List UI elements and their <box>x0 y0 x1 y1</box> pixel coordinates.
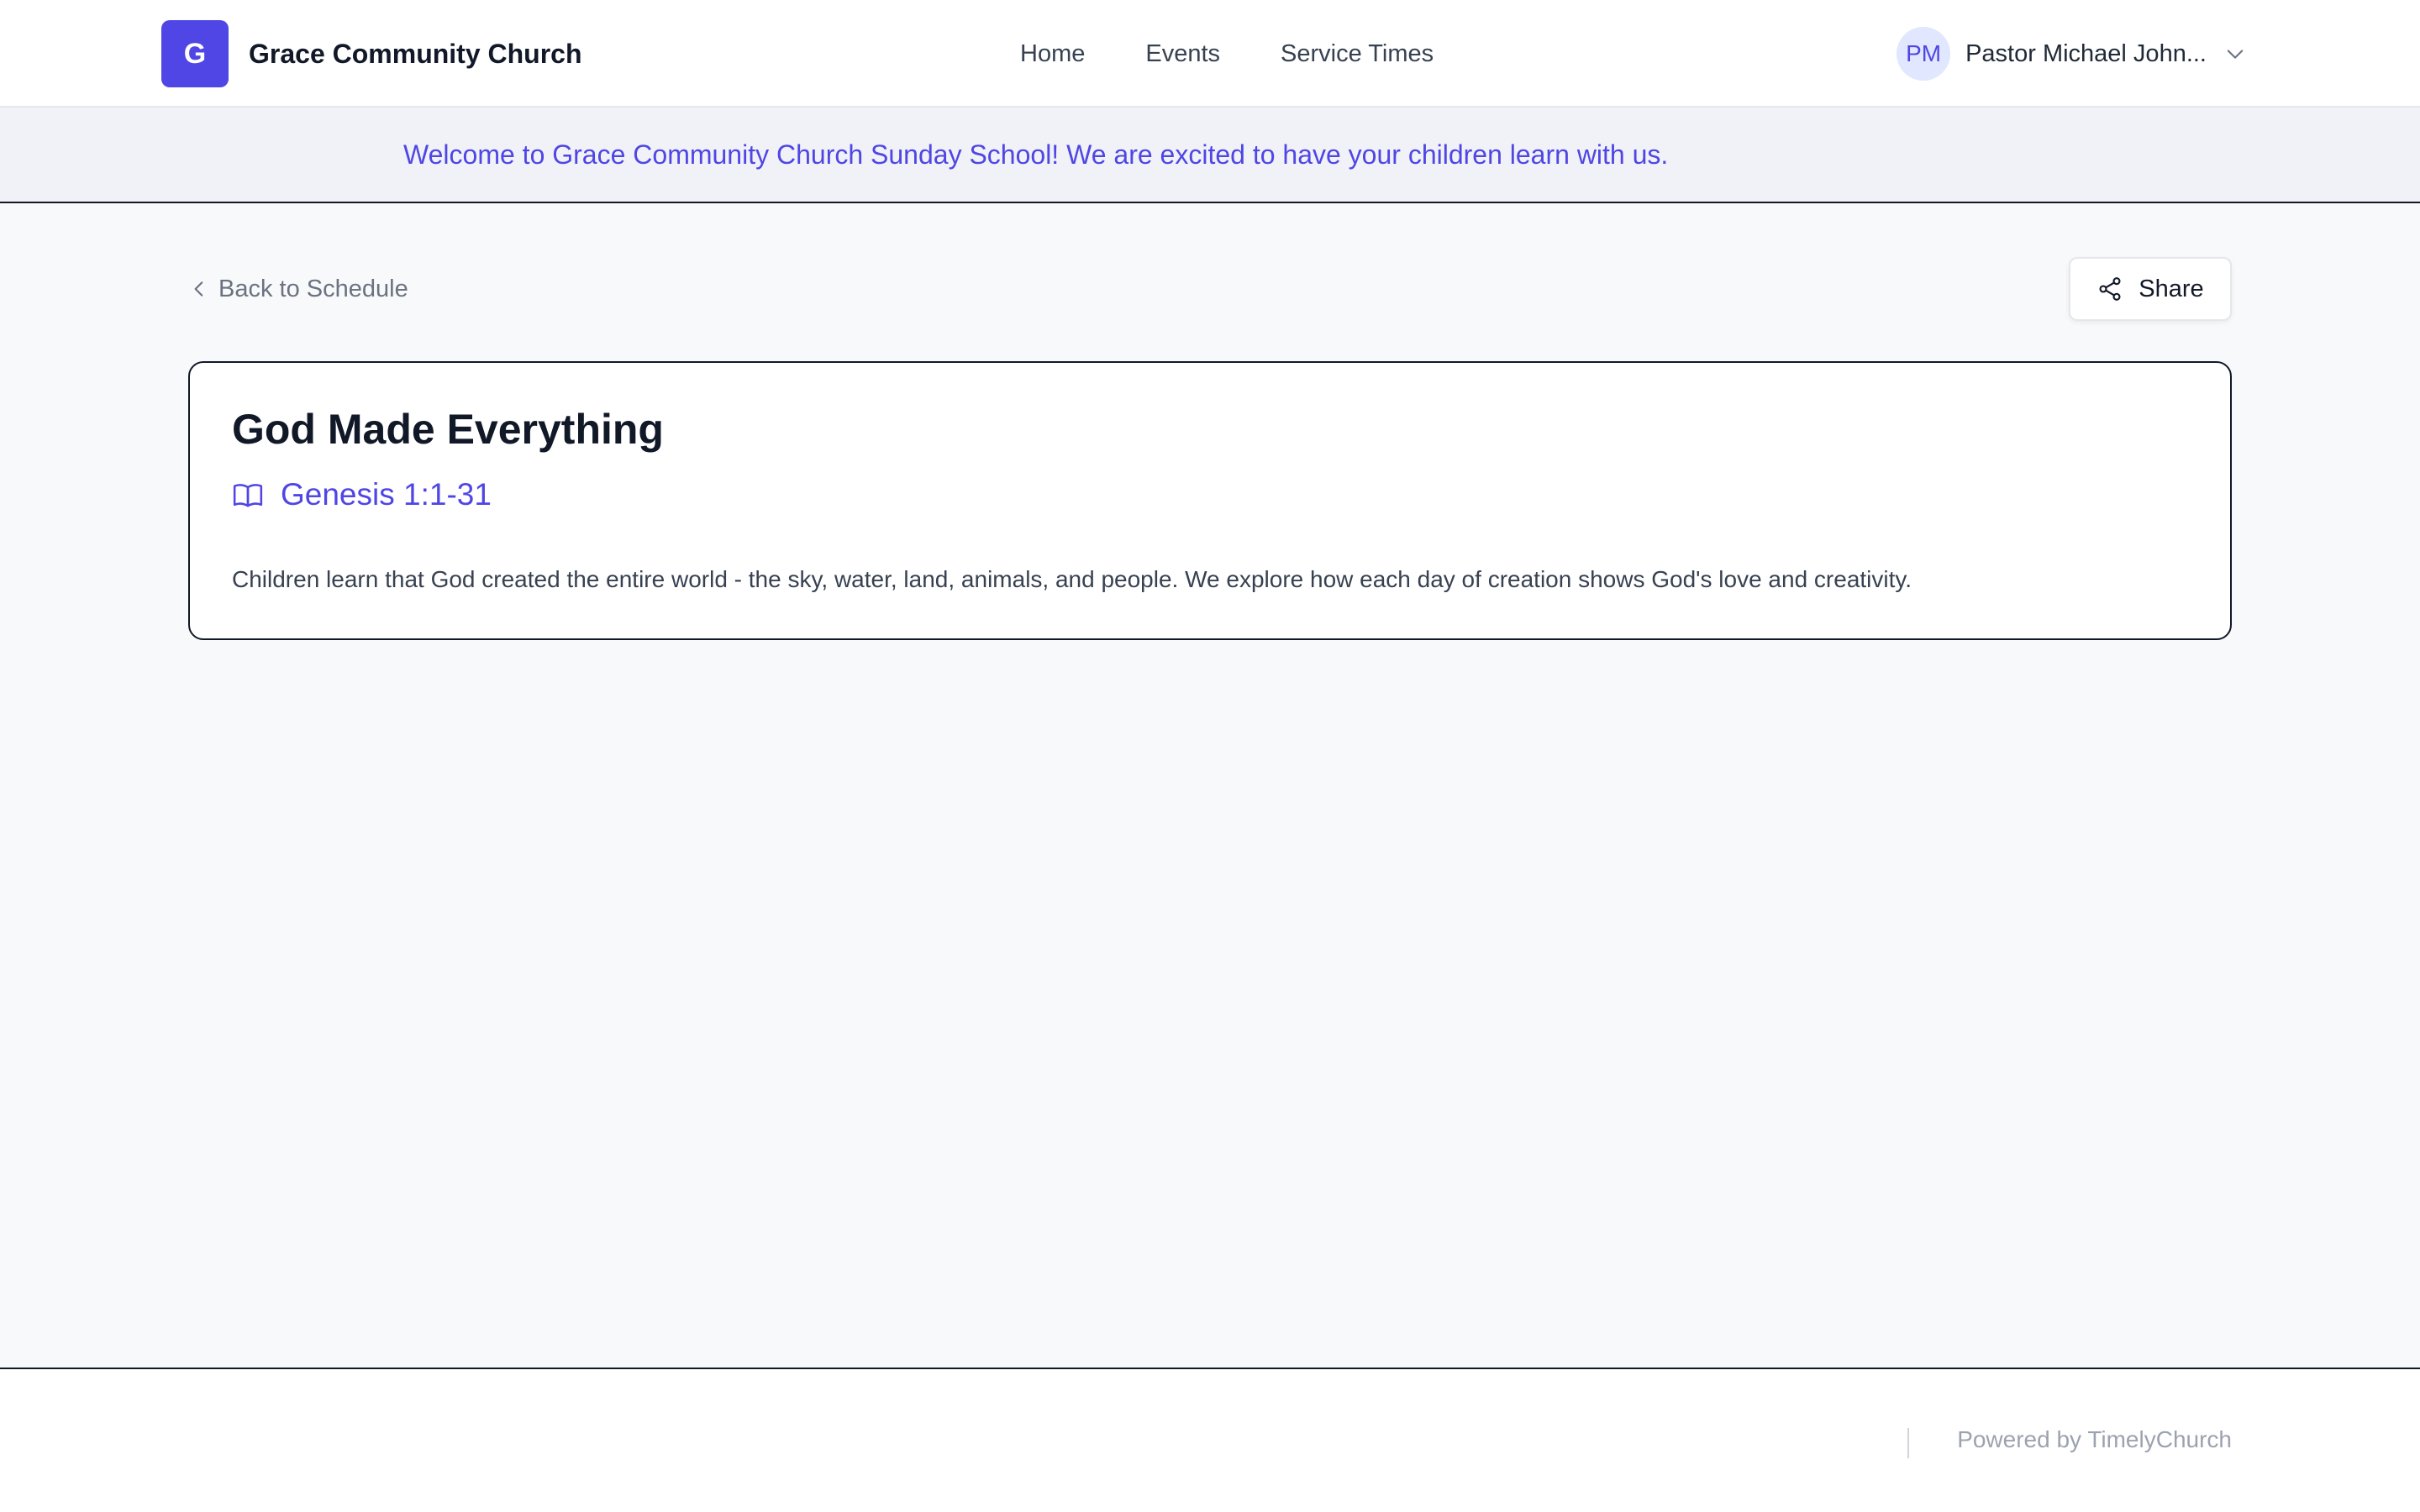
lesson-card: God Made Everything Genesis 1:1-31 Child… <box>188 361 2232 640</box>
announcement-text: Welcome to Grace Community Church Sunday… <box>403 139 1669 170</box>
church-logo[interactable]: G <box>161 20 229 87</box>
book-open-icon <box>233 484 263 507</box>
nav-home-link[interactable]: Home <box>1020 40 1085 68</box>
main-nav: Home Events Service Times <box>1020 34 1434 74</box>
back-label: Back to Schedule <box>218 275 408 302</box>
church-name[interactable]: Grace Community Church <box>249 39 582 70</box>
announcement-banner: Welcome to Grace Community Church Sunday… <box>0 108 2420 203</box>
share-icon <box>2099 277 2121 301</box>
user-menu[interactable]: PM Pastor Michael John... <box>1897 27 2247 81</box>
avatar: PM <box>1897 27 1951 81</box>
powered-by-link[interactable]: Powered by TimelyChurch <box>1957 1426 2232 1453</box>
share-button[interactable]: Share <box>2069 257 2232 321</box>
chevron-down-icon <box>2227 50 2244 59</box>
top-navigation-bar: G Grace Community Church Home Events Ser… <box>0 0 2420 108</box>
nav-service-times-link[interactable]: Service Times <box>1281 40 1434 68</box>
back-to-schedule-link[interactable]: Back to Schedule <box>188 270 408 307</box>
footer: Powered by TimelyChurch <box>0 1368 2420 1512</box>
chevron-left-icon <box>194 281 203 297</box>
scripture-reference-link[interactable]: Genesis 1:1-31 <box>232 474 492 516</box>
footer-divider <box>1907 1428 1909 1458</box>
scripture-reference: Genesis 1:1-31 <box>281 477 492 512</box>
user-name: Pastor Michael John... <box>1965 39 2207 67</box>
lesson-description: Children learn that God created the enti… <box>232 566 1912 592</box>
nav-events-link[interactable]: Events <box>1145 40 1220 68</box>
share-label: Share <box>2139 275 2204 302</box>
lesson-title: God Made Everything <box>232 406 664 453</box>
brand[interactable]: G Grace Community Church <box>161 20 582 87</box>
